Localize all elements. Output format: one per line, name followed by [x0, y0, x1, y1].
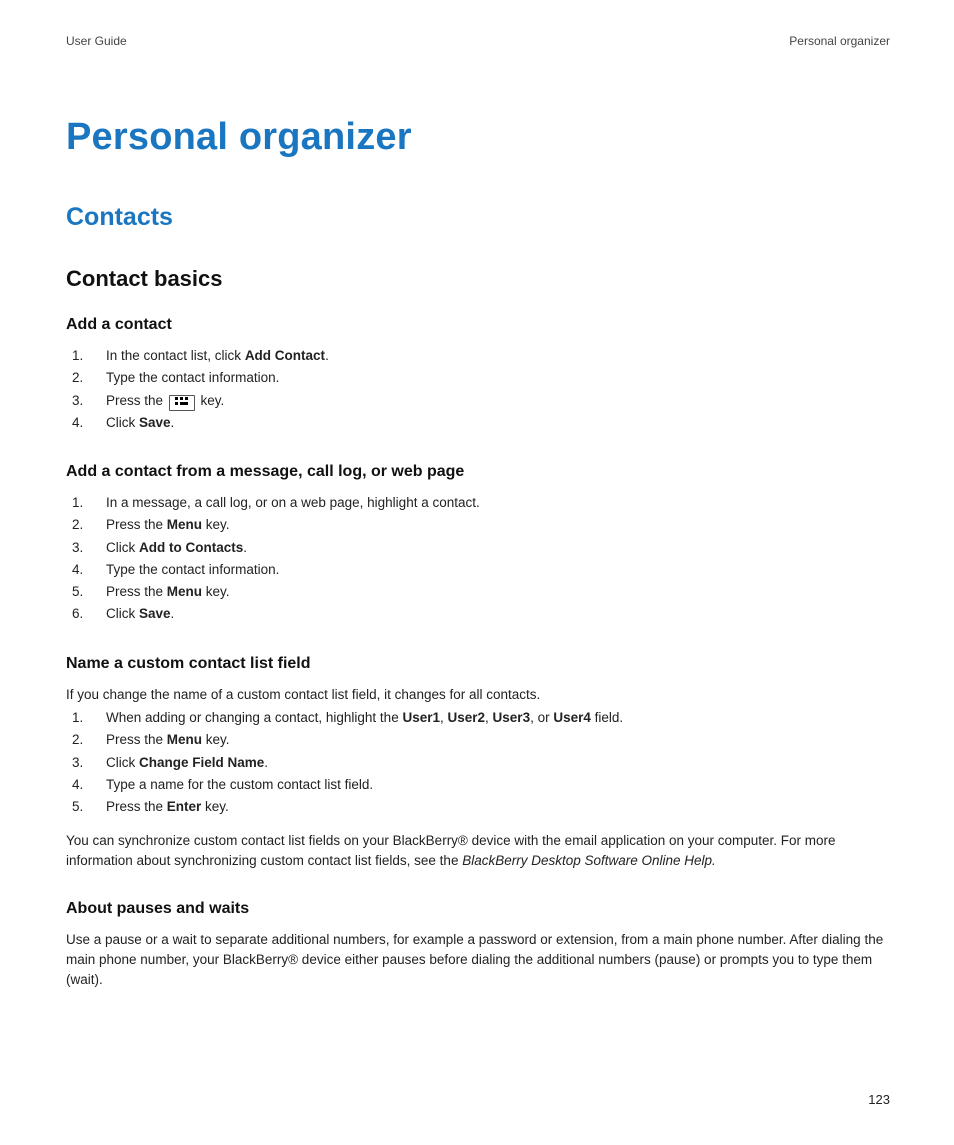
topic-block: Add a contact In the contact list, click … [66, 316, 890, 433]
step-item: Click Change Field Name. [66, 753, 890, 773]
topic-heading: Add a contact from a message, call log, … [66, 463, 890, 481]
step-item: Press the Enter key. [66, 797, 890, 817]
topic-block: Name a custom contact list field If you c… [66, 655, 890, 871]
topic-after: You can synchronize custom contact list … [66, 831, 890, 870]
menu-key-icon [169, 395, 195, 411]
step-item: Type the contact information. [66, 368, 890, 388]
step-list: In a message, a call log, or on a web pa… [66, 493, 890, 625]
step-item: Press the Menu key. [66, 730, 890, 750]
header-left: User Guide [66, 34, 127, 48]
step-item: Type a name for the custom contact list … [66, 775, 890, 795]
step-item: In the contact list, click Add Contact. [66, 346, 890, 366]
topic-intro: If you change the name of a custom conta… [66, 685, 890, 705]
step-list: In the contact list, click Add Contact.T… [66, 346, 890, 433]
header-right: Personal organizer [789, 34, 890, 48]
step-item: Press the key. [66, 391, 890, 411]
topic-block: About pauses and waits Use a pause or a w… [66, 900, 890, 989]
content-blocks: Add a contact In the contact list, click … [66, 316, 890, 989]
section-title: Contacts [66, 203, 890, 232]
topic-heading: About pauses and waits [66, 900, 890, 918]
topic-block: Add a contact from a message, call log, … [66, 463, 890, 625]
document-page: User Guide Personal organizer Personal o… [0, 0, 954, 1145]
step-item: Click Save. [66, 604, 890, 624]
page-number: 123 [868, 1092, 890, 1107]
step-list: When adding or changing a contact, highl… [66, 708, 890, 817]
subsection-title: Contact basics [66, 266, 890, 292]
step-item: Click Save. [66, 413, 890, 433]
step-item: Press the Menu key. [66, 582, 890, 602]
step-item: Type the contact information. [66, 560, 890, 580]
step-item: Click Add to Contacts. [66, 538, 890, 558]
step-item: In a message, a call log, or on a web pa… [66, 493, 890, 513]
step-item: When adding or changing a contact, highl… [66, 708, 890, 728]
step-item: Press the Menu key. [66, 515, 890, 535]
running-header: User Guide Personal organizer [66, 34, 890, 48]
page-title: Personal organizer [66, 116, 890, 159]
topic-heading: Name a custom contact list field [66, 655, 890, 673]
topic-paragraph: Use a pause or a wait to separate additi… [66, 930, 890, 989]
topic-heading: Add a contact [66, 316, 890, 334]
